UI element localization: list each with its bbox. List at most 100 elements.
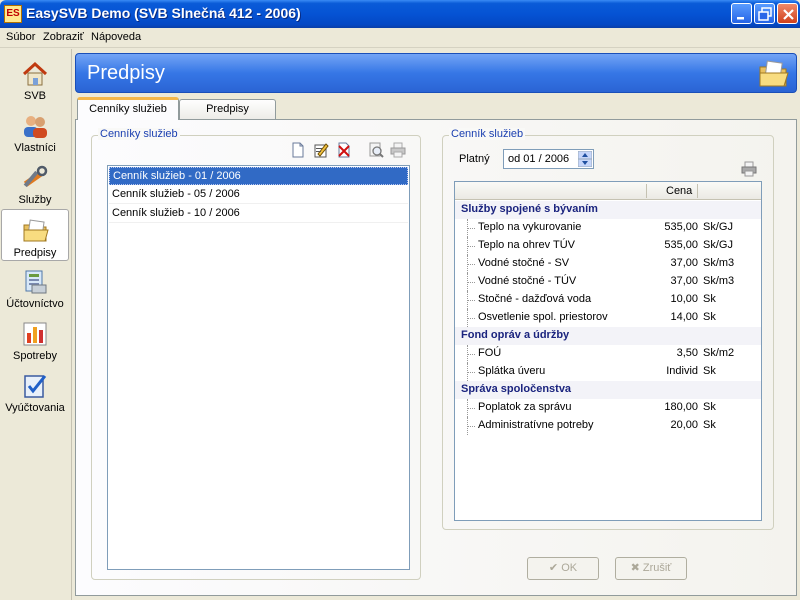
grid-category-row[interactable]: Služby spojené s bývaním: [455, 201, 761, 219]
grid-item-row[interactable]: Poplatok za správu 180,00 Sk: [455, 399, 761, 417]
tree-branch: [467, 354, 475, 355]
cancel-button[interactable]: ✖ Zrušiť: [615, 557, 687, 580]
ok-button[interactable]: ✔ OK: [527, 557, 599, 580]
grid-item-row[interactable]: Teplo na vykurovanie 535,00 Sk/GJ: [455, 219, 761, 237]
nav-item-predpisy[interactable]: Predpisy: [1, 209, 69, 261]
group-cennik-sluzieb: Cenník služieb Platný od 01 / 2006 Cena: [442, 128, 774, 530]
page-title: Predpisy: [87, 62, 165, 84]
preview-icon[interactable]: [368, 142, 384, 158]
grid-category-row[interactable]: Správa spoločenstva: [455, 381, 761, 399]
nav-label: Spotreby: [12, 350, 58, 362]
item-name: Splátka úveru: [478, 365, 546, 377]
grid-category-row[interactable]: Fond opráv a údržby: [455, 327, 761, 345]
new-document-icon[interactable]: [290, 142, 306, 158]
grid-item-row[interactable]: Osvetlenie spol. priestorov 14,00 Sk: [455, 309, 761, 327]
close-icon: ✖: [630, 562, 640, 574]
item-unit: Sk: [703, 293, 716, 305]
tab-cenniky-sluzieb[interactable]: Cenníky služieb: [77, 97, 179, 120]
nav-item-sluzby[interactable]: Služby: [1, 157, 69, 209]
tree-branch: [467, 264, 475, 265]
cennik-list[interactable]: Cenník služieb - 01 / 2006 Cenník služie…: [107, 165, 410, 570]
group-legend: Cenník služieb: [449, 128, 526, 140]
nav-item-uctovnictvo[interactable]: Účtovníctvo: [1, 261, 69, 313]
category-name: Služby spojené s bývaním: [461, 203, 598, 215]
ok-label: OK: [561, 562, 578, 574]
item-price: 37,00: [670, 275, 698, 287]
page-header: Predpisy: [75, 53, 797, 93]
item-unit: Sk: [703, 311, 716, 323]
item-unit: Sk/GJ: [703, 221, 733, 233]
minimize-button[interactable]: [731, 3, 752, 24]
item-price: 3,50: [676, 347, 698, 359]
delete-icon[interactable]: [336, 142, 352, 158]
print-icon[interactable]: [741, 161, 757, 177]
tree-branch: [467, 228, 475, 229]
group-legend: Cenníky služieb: [98, 128, 180, 140]
nav-item-vlastnici[interactable]: Vlastníci: [1, 105, 69, 157]
item-price: 535,00: [664, 221, 698, 233]
restore-button[interactable]: [754, 3, 775, 24]
app-icon: ES: [4, 5, 22, 23]
window-title: EasySVB Demo (SVB Slnečná 412 - 2006): [26, 5, 301, 21]
folder-icon: [759, 60, 789, 87]
ledger-icon: [25, 270, 47, 294]
item-unit: Sk/m3: [703, 275, 735, 287]
menu-napoveda[interactable]: Nápoveda: [91, 31, 141, 43]
menu-bar: Súbor Zobraziť Nápoveda: [0, 28, 800, 48]
grid-item-row[interactable]: Teplo na ohrev TÚV 535,00 Sk/GJ: [455, 237, 761, 255]
item-price: 14,00: [670, 311, 698, 323]
item-price: 37,00: [670, 257, 698, 269]
spinner-arrows-icon[interactable]: [578, 151, 592, 167]
tree-branch: [467, 246, 475, 247]
grid-item-row[interactable]: Vodné stočné - TÚV 37,00 Sk/m3: [455, 273, 761, 291]
edit-icon[interactable]: [313, 142, 329, 158]
grid-item-row[interactable]: Administratívne potreby 20,00 Sk: [455, 417, 761, 435]
group-cenniky-sluzieb: Cenníky služieb Cenník služieb - 01 / 20…: [91, 128, 421, 580]
item-unit: Sk: [703, 365, 716, 377]
nav-item-vyuctovania[interactable]: Vyúčtovania: [1, 365, 69, 417]
menu-subor[interactable]: Súbor: [6, 31, 35, 43]
column-header-cena[interactable]: Cena: [666, 185, 692, 197]
close-button[interactable]: [777, 3, 798, 24]
grid-item-row[interactable]: Stočné - dažďová voda 10,00 Sk: [455, 291, 761, 309]
grid-item-row[interactable]: Vodné stočné - SV 37,00 Sk/m3: [455, 255, 761, 273]
item-unit: Sk/GJ: [703, 239, 733, 251]
nav-item-svb[interactable]: SVB: [1, 53, 69, 105]
list-item[interactable]: Cenník služieb - 01 / 2006: [109, 167, 408, 185]
item-name: Osvetlenie spol. priestorov: [478, 311, 608, 323]
left-nav: SVB Vlastníci Služby Predpisy Účtovníctv…: [0, 49, 72, 600]
category-name: Správa spoločenstva: [461, 383, 572, 395]
platny-label: Platný: [459, 153, 490, 165]
tree-branch: [467, 372, 475, 373]
nav-label: Vyúčtovania: [5, 402, 65, 414]
people-icon: [24, 116, 47, 138]
nav-label: Služby: [18, 194, 52, 206]
title-bar: ES EasySVB Demo (SVB Slnečná 412 - 2006): [0, 0, 800, 28]
item-price: Individ: [666, 365, 698, 377]
tab-predpisy[interactable]: Predpisy: [179, 99, 276, 120]
cennik-grid[interactable]: Cena Služby spojené s bývaním Teplo na vy…: [454, 181, 762, 521]
item-name: Teplo na ohrev TÚV: [478, 239, 576, 251]
menu-zobrazit[interactable]: Zobraziť: [43, 31, 84, 43]
item-unit: Sk/m3: [703, 257, 735, 269]
platny-value: od 01 / 2006: [508, 153, 570, 165]
list-item[interactable]: Cenník služieb - 10 / 2006: [109, 205, 408, 223]
item-price: 10,00: [670, 293, 698, 305]
list-item[interactable]: Cenník služieb - 05 / 2006: [109, 186, 408, 204]
folder-icon: [23, 219, 49, 242]
nav-label: SVB: [23, 90, 46, 102]
item-name: Teplo na vykurovanie: [478, 221, 582, 233]
item-unit: Sk: [703, 401, 716, 413]
item-price: 535,00: [664, 239, 698, 251]
nav-label: Účtovníctvo: [6, 298, 64, 310]
print-icon[interactable]: [390, 142, 406, 158]
grid-item-row[interactable]: FOÚ 3,50 Sk/m2: [455, 345, 761, 363]
grid-item-row[interactable]: Splátka úveru Individ Sk: [455, 363, 761, 381]
item-unit: Sk: [703, 419, 716, 431]
item-name: Vodné stočné - SV: [478, 257, 570, 269]
nav-item-spotreby[interactable]: Spotreby: [1, 313, 69, 365]
nav-label: Predpisy: [13, 247, 57, 259]
platny-spinner[interactable]: od 01 / 2006: [503, 149, 594, 169]
tree-branch: [467, 282, 475, 283]
tree-branch: [467, 318, 475, 319]
